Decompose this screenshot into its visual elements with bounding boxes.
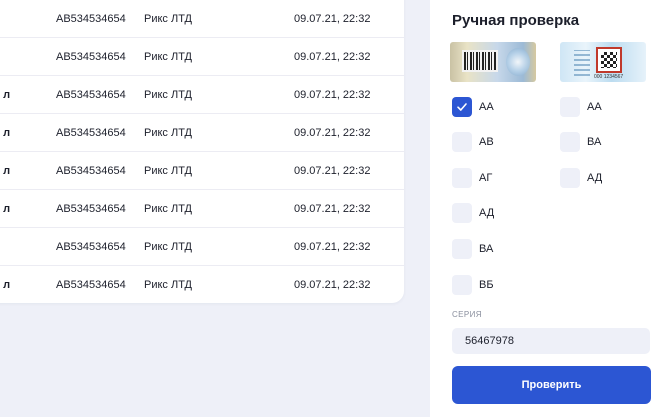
date-cell: 09.07.21, 22:32: [294, 241, 371, 253]
code-cell: АВ534534654: [56, 127, 126, 139]
company-cell: Рикс ЛТД: [144, 89, 192, 101]
checkbox-label: АД: [587, 172, 603, 184]
volume-cell: 3 л: [0, 127, 11, 139]
stamps-table: АВ534534654 Рикс ЛТД 09.07.21, 22:32 АВ5…: [0, 0, 404, 303]
checkbox-vb[interactable]: ВБ: [452, 275, 494, 295]
checkbox-label: ВА: [479, 243, 494, 255]
checkbox-aa-right[interactable]: АА: [560, 97, 602, 117]
company-cell: Рикс ЛТД: [144, 127, 192, 139]
table-row[interactable]: 3 л АВ534534654 Рикс ЛТД 09.07.21, 22:32: [0, 76, 404, 114]
checkbox-ad-left[interactable]: АД: [452, 203, 494, 223]
date-cell: 09.07.21, 22:32: [294, 203, 371, 215]
checkbox-box[interactable]: [560, 132, 580, 152]
code-cell: АВ534534654: [56, 203, 126, 215]
excise-stamp-image-1[interactable]: [450, 42, 536, 82]
table-row[interactable]: АВ534534654 Рикс ЛТД 09.07.21, 22:32: [0, 0, 404, 38]
checkbox-box[interactable]: [560, 168, 580, 188]
company-cell: Рикс ЛТД: [144, 203, 192, 215]
checkbox-aa-left[interactable]: АА: [452, 97, 494, 117]
checkbox-box[interactable]: [452, 132, 472, 152]
date-cell: 09.07.21, 22:32: [294, 13, 371, 25]
checkbox-va-left[interactable]: ВА: [452, 239, 493, 259]
check-icon: [457, 103, 467, 111]
stamp-text-graphic: [574, 50, 590, 76]
volume-cell: 3 л: [0, 165, 11, 177]
checkbox-label: ВА: [587, 136, 602, 148]
checkbox-label: АА: [479, 101, 494, 113]
table-row[interactable]: 3 л АВ534534654 Рикс ЛТД 09.07.21, 22:32: [0, 266, 404, 303]
company-cell: Рикс ЛТД: [144, 51, 192, 63]
checkbox-label: ВБ: [479, 279, 494, 291]
checkbox-av[interactable]: АВ: [452, 132, 494, 152]
excise-stamp-image-2[interactable]: 000 1234567: [560, 42, 646, 82]
checkbox-label: АД: [479, 207, 495, 219]
barcode-graphic: [462, 50, 498, 72]
checkbox-ag[interactable]: АГ: [452, 168, 492, 188]
code-cell: АВ534534654: [56, 241, 126, 253]
date-cell: 09.07.21, 22:32: [294, 127, 371, 139]
checkbox-va-right[interactable]: ВА: [560, 132, 601, 152]
date-cell: 09.07.21, 22:32: [294, 165, 371, 177]
table-row[interactable]: 3 л АВ534534654 Рикс ЛТД 09.07.21, 22:32: [0, 152, 404, 190]
checkbox-box[interactable]: [452, 97, 472, 117]
table-row[interactable]: 3 л АВ534534654 Рикс ЛТД 09.07.21, 22:32: [0, 114, 404, 152]
panel-title: Ручная проверка: [452, 12, 580, 29]
checkbox-box[interactable]: [560, 97, 580, 117]
hologram-graphic: [506, 48, 530, 76]
date-cell: 09.07.21, 22:32: [294, 51, 371, 63]
checkbox-label: АГ: [479, 172, 493, 184]
checkbox-box[interactable]: [452, 203, 472, 223]
volume-cell: 3 л: [0, 89, 11, 101]
volume-cell: 3 л: [0, 203, 11, 215]
table-row[interactable]: АВ534534654 Рикс ЛТД 09.07.21, 22:32: [0, 38, 404, 76]
verify-button[interactable]: Проверить: [452, 366, 651, 404]
manual-check-panel: Ручная проверка 000 1234567 АА АВ АГ АД …: [430, 0, 664, 417]
series-input[interactable]: [452, 328, 650, 354]
date-cell: 09.07.21, 22:32: [294, 279, 371, 291]
company-cell: Рикс ЛТД: [144, 13, 192, 25]
code-cell: АВ534534654: [56, 13, 126, 25]
qr-code-graphic: [596, 47, 622, 73]
checkbox-box[interactable]: [452, 275, 472, 295]
checkbox-label: АА: [587, 101, 602, 113]
volume-cell: 3 л: [0, 279, 11, 291]
code-cell: АВ534534654: [56, 165, 126, 177]
company-cell: Рикс ЛТД: [144, 165, 192, 177]
checkbox-label: АВ: [479, 136, 494, 148]
table-row[interactable]: АВ534534654 Рикс ЛТД 09.07.21, 22:32: [0, 228, 404, 266]
date-cell: 09.07.21, 22:32: [294, 89, 371, 101]
code-cell: АВ534534654: [56, 51, 126, 63]
company-cell: Рикс ЛТД: [144, 241, 192, 253]
code-cell: АВ534534654: [56, 279, 126, 291]
table-row[interactable]: 3 л АВ534534654 Рикс ЛТД 09.07.21, 22:32: [0, 190, 404, 228]
stamp-number: 000 1234567: [594, 74, 624, 80]
code-cell: АВ534534654: [56, 89, 126, 101]
checkbox-box[interactable]: [452, 239, 472, 259]
checkbox-ad-right[interactable]: АД: [560, 168, 602, 188]
checkbox-box[interactable]: [452, 168, 472, 188]
company-cell: Рикс ЛТД: [144, 279, 192, 291]
series-field-label: СЕРИЯ: [452, 310, 482, 319]
